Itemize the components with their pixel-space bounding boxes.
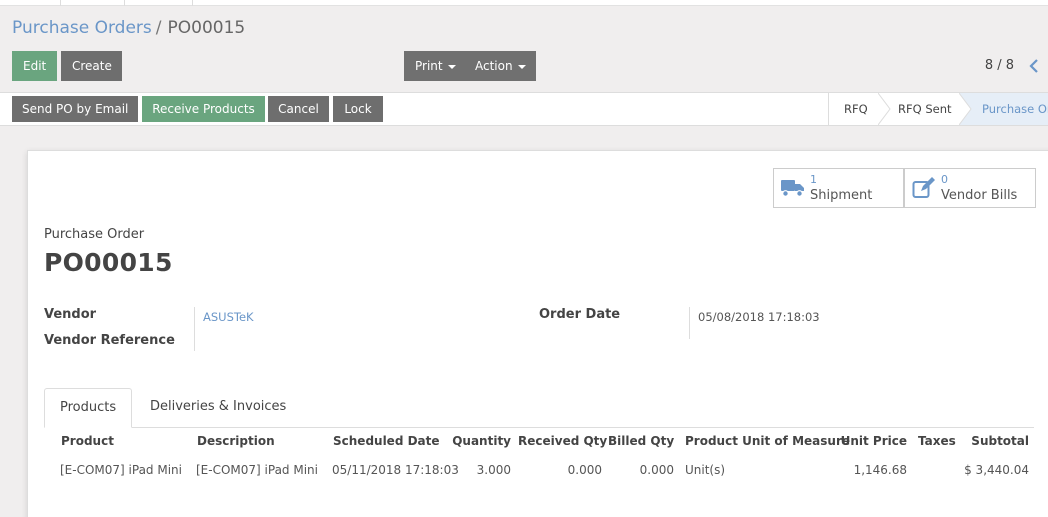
edit-button[interactable]: Edit (12, 51, 57, 81)
vendor-bills-label: Vendor Bills (941, 188, 1018, 203)
stage-arrow (878, 93, 891, 125)
stage-arrow (959, 93, 972, 125)
shipment-smart-button[interactable]: 1 Shipment (773, 168, 904, 208)
cell-product: [E-COM07] iPad Mini (60, 463, 182, 477)
cell-unit-price: 1,146.68 (853, 463, 907, 477)
chevron-down-icon (447, 64, 456, 69)
status-stages: RFQ RFQ Sent Purchase Order (828, 93, 1048, 125)
vendor-label: Vendor (44, 307, 97, 322)
column-header-received-qty[interactable]: Received Qty (518, 434, 607, 448)
breadcrumb: Purchase Orders / PO00015 (12, 18, 245, 38)
tab-deliveries-invoices[interactable]: Deliveries & Invoices (135, 388, 301, 428)
breadcrumb-current: PO00015 (167, 18, 246, 38)
document-type-label: Purchase Order (44, 227, 145, 242)
status-bar: Send PO by Email Receive Products Cancel… (0, 92, 1048, 126)
column-header-description[interactable]: Description (197, 434, 275, 448)
cell-subtotal: $ 3,440.04 (964, 463, 1029, 477)
column-header-billed-qty[interactable]: Billed Qty (608, 434, 674, 448)
field-divider (194, 307, 195, 351)
vendor-bills-count: 0 (941, 173, 948, 186)
cell-description: [E-COM07] iPad Mini (196, 463, 318, 477)
stage-purchase-order[interactable]: Purchase Order (960, 93, 1048, 125)
notebook-tabs: Products Deliveries & Invoices (44, 388, 1034, 428)
stage-rfq-sent[interactable]: RFQ Sent (898, 93, 952, 125)
vendor-bills-smart-button[interactable]: 0 Vendor Bills (904, 168, 1036, 208)
column-header-taxes[interactable]: Taxes (918, 434, 956, 448)
receive-products-button[interactable]: Receive Products (142, 96, 265, 122)
column-header-scheduled-date[interactable]: Scheduled Date (333, 434, 440, 448)
column-header-subtotal[interactable]: Subtotal (963, 434, 1029, 448)
order-date-value: 05/08/2018 17:18:03 (698, 310, 820, 324)
stage-purchase-order-label: Purchase Order (982, 102, 1048, 116)
cell-quantity: 3.000 (476, 463, 511, 477)
shipment-label: Shipment (810, 188, 873, 203)
stage-divider (828, 93, 829, 125)
cell-unit-of-measure: Unit(s) (685, 463, 726, 477)
truck-icon (781, 180, 804, 197)
column-header-product[interactable]: Product (61, 434, 114, 448)
cell-billed-qty: 0.000 (639, 463, 674, 477)
print-dropdown[interactable]: Print (404, 51, 464, 81)
breadcrumb-separator: / (155, 18, 162, 38)
edit-icon (912, 177, 935, 198)
order-date-label: Order Date (539, 307, 621, 322)
print-label: Print (415, 59, 443, 73)
tab-products[interactable]: Products (44, 388, 133, 428)
chevron-down-icon (517, 64, 526, 69)
pager-value[interactable]: 8 / 8 (985, 58, 1014, 73)
cancel-button[interactable]: Cancel (268, 96, 329, 122)
stage-rfq[interactable]: RFQ (844, 93, 868, 125)
column-header-quantity[interactable]: Quantity (448, 434, 511, 448)
vendor-value-link[interactable]: ASUSTeK (203, 310, 254, 324)
action-dropdown[interactable]: Action (464, 51, 536, 81)
lock-button[interactable]: Lock (333, 96, 383, 122)
shipment-count: 1 (810, 173, 817, 186)
column-header-unit-of-measure[interactable]: Product Unit of Measure (685, 434, 850, 448)
column-header-unit-price[interactable]: Unit Price (838, 434, 907, 448)
create-button[interactable]: Create (61, 51, 122, 81)
chevron-left-icon[interactable] (1026, 56, 1042, 76)
breadcrumb-purchase-orders[interactable]: Purchase Orders (12, 18, 152, 38)
cell-received-qty: 0.000 (567, 463, 602, 477)
field-divider (689, 307, 690, 339)
cell-scheduled-date: 05/11/2018 17:18:03 (332, 463, 459, 477)
vendor-reference-label: Vendor Reference (44, 333, 175, 348)
action-label: Action (475, 59, 513, 73)
form-sheet: 1 Shipment 0 Vendor Bills Purchase Order… (27, 150, 1048, 517)
document-name: PO00015 (44, 248, 173, 277)
control-panel: Purchase Orders / PO00015 Edit Create Prin… (0, 6, 1048, 92)
send-po-email-button[interactable]: Send PO by Email (12, 96, 138, 122)
